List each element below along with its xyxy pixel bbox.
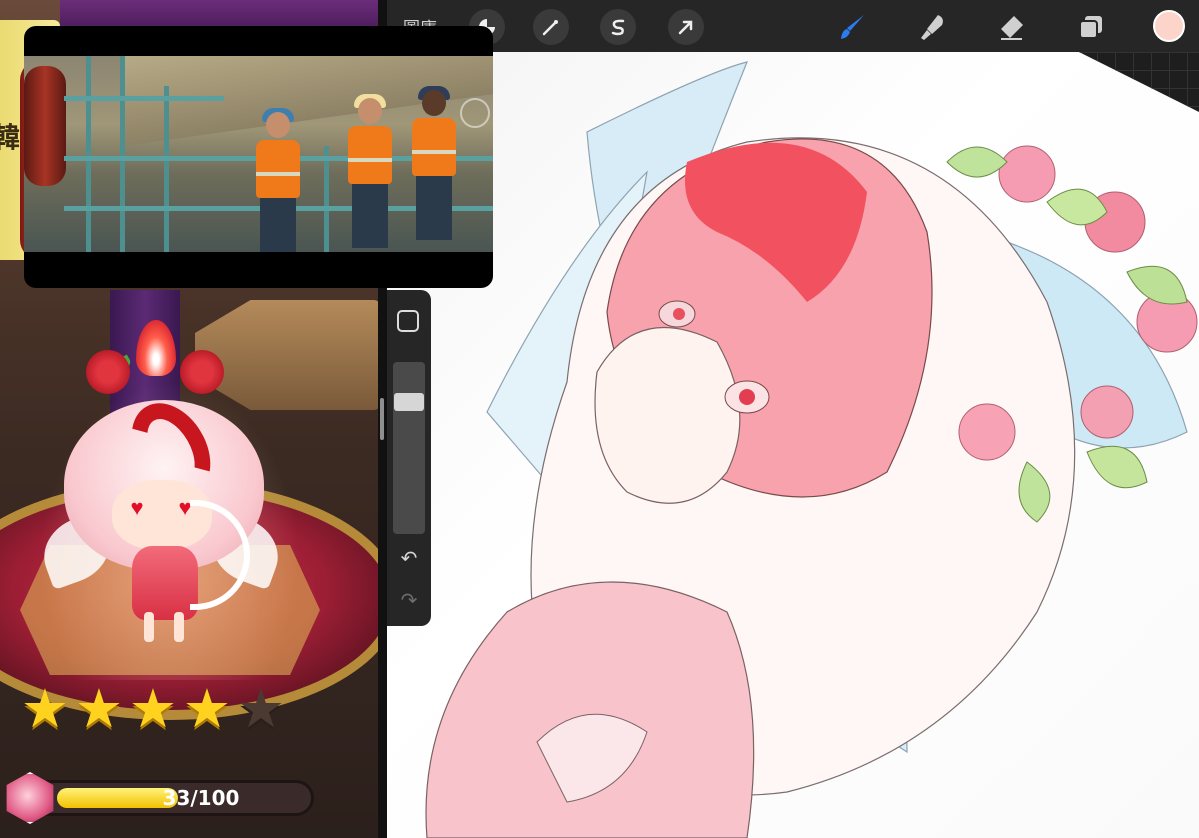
slider-thumb[interactable] xyxy=(394,393,424,411)
safety-vest xyxy=(412,118,456,176)
worker xyxy=(250,108,306,252)
layers-button[interactable] xyxy=(1073,9,1109,45)
selection-button[interactable] xyxy=(533,9,569,45)
color-picker-button[interactable] xyxy=(1153,10,1185,42)
artwork xyxy=(425,61,1198,838)
star-icon: ★ xyxy=(20,677,70,740)
smudge-icon xyxy=(921,15,943,40)
square-icon[interactable] xyxy=(397,310,419,332)
worker-legs xyxy=(260,198,296,252)
face xyxy=(594,326,741,504)
brush-icon xyxy=(841,15,864,39)
red-column xyxy=(24,66,66,186)
channel-watermark xyxy=(460,98,490,128)
soulstone-progress-bar: 33/100 xyxy=(28,780,314,816)
worker-head xyxy=(358,98,382,124)
scaffold-pole xyxy=(324,146,329,252)
banner-text: 韓 xyxy=(0,121,21,154)
drawing-canvas[interactable] xyxy=(387,52,1199,838)
eye-iris-right xyxy=(739,389,755,405)
worker-legs xyxy=(352,184,388,248)
worker-head xyxy=(266,112,290,138)
scaffold-pole xyxy=(120,56,125,252)
safety-vest xyxy=(256,140,300,198)
rose-icon xyxy=(180,350,224,394)
star-rating: ★ ★ ★ ★ ★ xyxy=(18,682,298,742)
star-icon: ★ xyxy=(182,677,232,740)
worker-legs xyxy=(416,176,452,240)
vest-stripe xyxy=(412,150,456,154)
worker-head xyxy=(422,90,446,116)
vest-stripe xyxy=(348,158,392,162)
move-arrow-icon xyxy=(678,20,693,35)
star-icon: ★ xyxy=(128,677,178,740)
eraser-button[interactable] xyxy=(993,9,1029,45)
heart-eye-icon: ♥ xyxy=(130,495,144,520)
split-view-handle[interactable] xyxy=(380,398,384,440)
brush-size-slider[interactable] xyxy=(393,362,425,534)
side-toolbar: ↶ ↷ xyxy=(387,290,431,626)
vest-stripe xyxy=(256,172,300,176)
video-player[interactable] xyxy=(24,26,493,288)
brush-button[interactable] xyxy=(835,9,871,45)
eraser-icon xyxy=(1001,16,1023,40)
redo-icon[interactable]: ↷ xyxy=(395,586,423,614)
selection-magic-icon xyxy=(542,20,558,36)
worker xyxy=(342,94,398,248)
cookie-character[interactable]: ♥ ♥ xyxy=(33,320,289,650)
safety-vest xyxy=(348,126,392,184)
cookie-dress xyxy=(132,546,198,620)
star-empty-icon: ★ xyxy=(236,677,286,740)
progress-label: 33/100 xyxy=(162,786,240,810)
move-button[interactable] xyxy=(668,9,704,45)
scaffold-pole xyxy=(164,86,169,252)
dress xyxy=(425,581,755,838)
flame-icon xyxy=(136,320,176,376)
drawing-app: 圖庫 xyxy=(387,0,1199,838)
layers-icon xyxy=(1079,16,1102,39)
star-icon: ★ xyxy=(74,677,124,740)
undo-icon[interactable]: ↶ xyxy=(395,544,423,572)
cookie-leg xyxy=(144,612,154,642)
cookie-leg xyxy=(174,612,184,642)
construction-video-frame xyxy=(24,56,493,252)
scaffold-rail xyxy=(64,96,224,101)
transform-s-icon xyxy=(611,19,625,36)
eye-iris-left xyxy=(673,308,685,320)
top-toolbar: 圖庫 xyxy=(387,0,1199,52)
rose-icon xyxy=(86,350,130,394)
worker xyxy=(406,86,462,240)
scaffold-pole xyxy=(86,56,91,252)
smudge-button[interactable] xyxy=(915,9,951,45)
transform-button[interactable] xyxy=(600,9,636,45)
